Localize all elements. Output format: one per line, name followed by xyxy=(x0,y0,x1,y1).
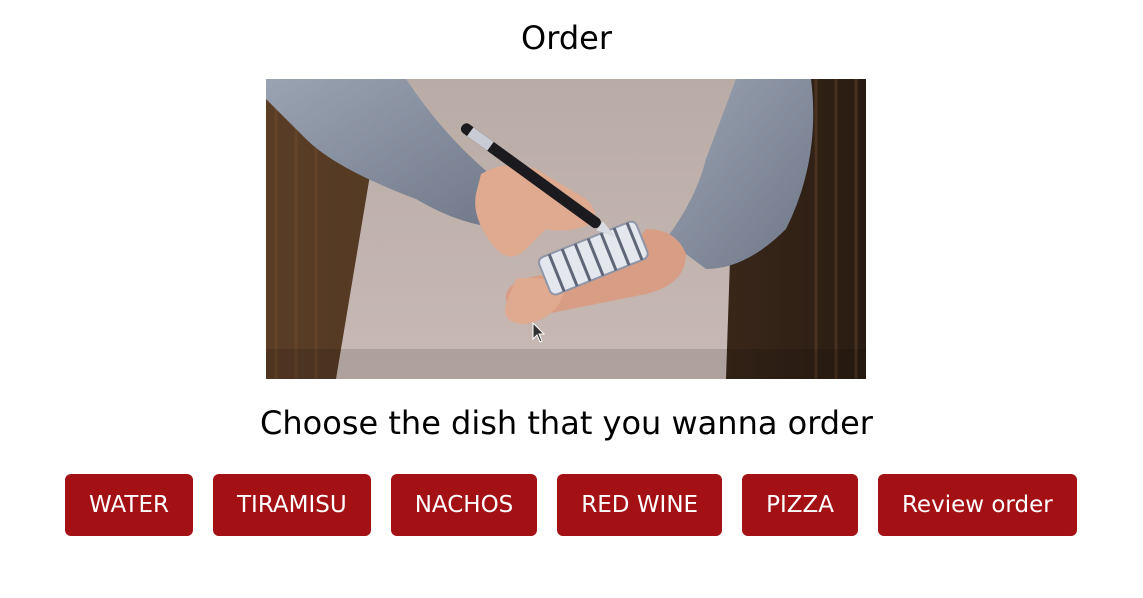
page-title: Order xyxy=(521,19,612,57)
pizza-button[interactable]: PIZZA xyxy=(742,474,858,536)
tiramisu-button[interactable]: TIRAMISU xyxy=(213,474,371,536)
water-button[interactable]: WATER xyxy=(65,474,193,536)
order-page: Order Choose the dish that you wanna ord… xyxy=(0,0,1143,598)
choose-dish-prompt: Choose the dish that you wanna order xyxy=(260,404,873,442)
mouse-cursor-icon xyxy=(532,321,546,348)
dish-button-row: WATER TIRAMISU NACHOS RED WINE PIZZA Rev… xyxy=(65,474,1077,536)
nachos-button[interactable]: NACHOS xyxy=(390,474,538,536)
red-wine-button[interactable]: RED WINE xyxy=(557,474,723,536)
hero-image xyxy=(266,79,866,379)
review-order-button[interactable]: Review order xyxy=(877,474,1077,536)
